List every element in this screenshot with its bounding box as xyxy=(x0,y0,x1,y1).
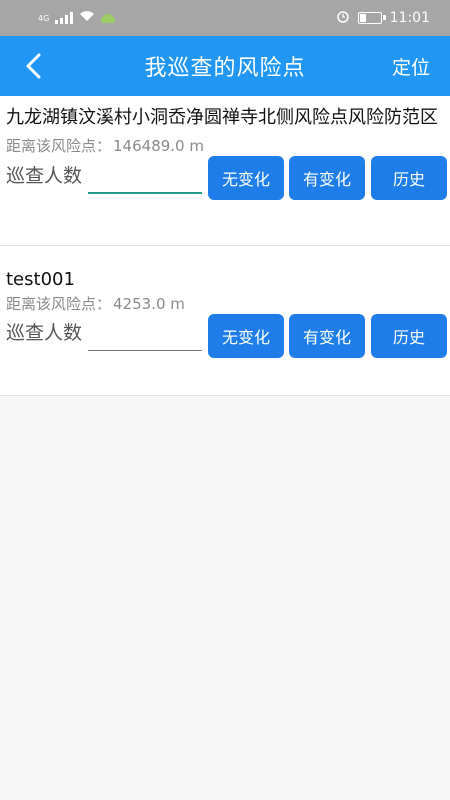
distance-label: 距离该风险点： xyxy=(6,137,112,155)
risk-point-name: test001 xyxy=(6,269,75,290)
distance-label: 距离该风险点： xyxy=(6,295,112,313)
action-row: 巡查人数 无变化 有变化 历史 xyxy=(6,314,447,358)
network-type: 4G xyxy=(38,13,50,23)
status-time: 11:01 xyxy=(389,10,430,26)
app-header: 我巡查的风险点 定位 xyxy=(0,36,450,96)
status-right: 11:01 xyxy=(336,9,430,27)
history-button[interactable]: 历史 xyxy=(371,314,447,358)
battery-icon xyxy=(357,12,386,24)
inspector-count-label: 巡查人数 xyxy=(6,165,83,187)
risk-point-card: 九龙湖镇汶溪村小洞岙净圆禅寺北侧风险点风险防范区 距离该风险点： 146489.0… xyxy=(0,96,450,246)
back-button[interactable] xyxy=(14,46,54,86)
android-icon xyxy=(101,13,116,23)
inspector-count-input[interactable] xyxy=(88,162,203,194)
status-bar: 4G 11:01 xyxy=(0,0,450,36)
locate-button[interactable]: 定位 xyxy=(392,36,430,96)
risk-point-distance: 距离该风险点： 146489.0 m xyxy=(6,136,444,156)
page-title: 我巡查的风险点 xyxy=(144,56,306,81)
changed-button[interactable]: 有变化 xyxy=(289,314,365,358)
inspector-count-input[interactable] xyxy=(88,320,203,351)
no-change-button[interactable]: 无变化 xyxy=(208,156,284,200)
risk-point-name: 九龙湖镇汶溪村小洞岙净圆禅寺北侧风险点风险防范区 xyxy=(6,107,438,128)
changed-button[interactable]: 有变化 xyxy=(289,156,365,200)
risk-point-card: test001 距离该风险点： 4253.0 m 巡查人数 无变化 有变化 历史 xyxy=(0,246,450,396)
inspector-count-group: 巡查人数 xyxy=(6,314,206,351)
risk-point-list: 九龙湖镇汶溪村小洞岙净圆禅寺北侧风险点风险防范区 距离该风险点： 146489.0… xyxy=(0,96,450,396)
status-left: 4G xyxy=(38,10,116,26)
chevron-left-icon xyxy=(26,53,41,79)
action-row: 巡查人数 无变化 有变化 历史 xyxy=(6,156,447,200)
wifi-icon xyxy=(79,10,95,26)
distance-value: 4253.0 m xyxy=(113,295,185,313)
distance-value: 146489.0 m xyxy=(113,137,204,155)
risk-point-distance: 距离该风险点： 4253.0 m xyxy=(6,294,444,314)
inspector-count-label: 巡查人数 xyxy=(6,322,83,344)
history-button[interactable]: 历史 xyxy=(371,156,447,200)
signal-icon xyxy=(55,12,74,24)
inspector-count-group: 巡查人数 xyxy=(6,156,206,194)
no-change-button[interactable]: 无变化 xyxy=(208,314,284,358)
alarm-icon xyxy=(336,9,350,27)
